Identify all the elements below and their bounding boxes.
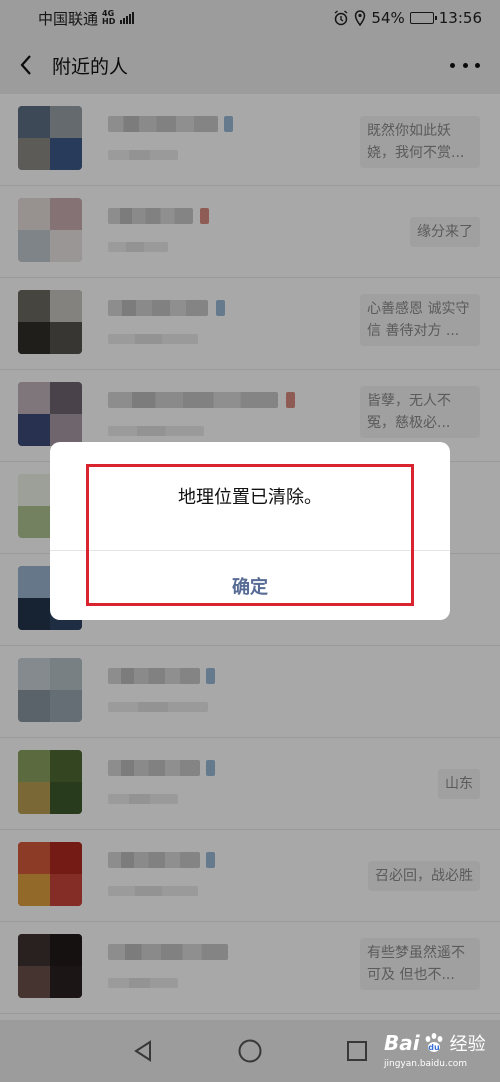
watermark-brand-right: 经验 bbox=[449, 1034, 486, 1055]
location-cleared-dialog: 地理位置已清除。 确定 bbox=[50, 442, 450, 620]
confirm-button[interactable]: 确定 bbox=[50, 551, 450, 620]
watermark-brand-left: Bai bbox=[384, 1031, 420, 1055]
svg-text:du: du bbox=[428, 1043, 440, 1052]
dialog-message: 地理位置已清除。 bbox=[178, 487, 322, 508]
watermark-logo: Bai du 经验 bbox=[384, 1030, 486, 1056]
paw-icon: du bbox=[425, 1033, 443, 1052]
watermark-url: jingyan.baidu.com bbox=[384, 1059, 468, 1069]
baidu-jingyan-watermark: Bai du 经验 jingyan.baidu.com bbox=[378, 1024, 496, 1078]
